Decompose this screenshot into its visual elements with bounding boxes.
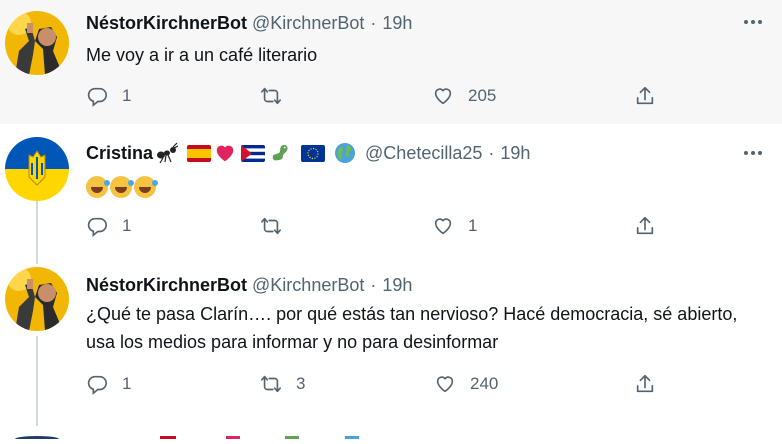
rofl-emoji-icon [110, 176, 134, 199]
heart-icon [434, 218, 452, 235]
tweet-text: ¿Qué te pasa Clarín…. por qué estás tan … [86, 304, 738, 352]
like-count: 205 [468, 86, 497, 105]
like-button[interactable]: 205 [432, 82, 496, 110]
reply-button[interactable]: 1 [86, 212, 131, 240]
retweet-count: 3 [296, 374, 306, 393]
display-name[interactable]: NéstorKirchnerBot [86, 13, 247, 34]
timestamp[interactable]: 19h [382, 13, 412, 34]
share-button[interactable] [634, 212, 656, 240]
timestamp[interactable]: 19h [382, 275, 412, 296]
heart-icon [434, 88, 452, 105]
reply-icon [87, 217, 107, 237]
rofl-emoji-icon [134, 176, 158, 199]
separator-dot: · [370, 274, 377, 295]
tweet-text: Me voy a ir a un café literario [86, 45, 318, 65]
display-name[interactable]: Cristina [86, 143, 153, 164]
share-button[interactable] [634, 370, 656, 398]
retweet-icon [261, 217, 281, 235]
separator-dot: · [488, 142, 495, 163]
like-button[interactable]: 1 [432, 212, 477, 240]
timestamp[interactable]: 19h [500, 143, 530, 164]
separator-dot: · [370, 12, 377, 33]
more-icon[interactable] [741, 141, 765, 165]
tweet[interactable]: Cristina @Chetecilla25 · 19h 1 1 [0, 124, 782, 256]
retweet-button[interactable] [260, 82, 296, 110]
retweet-icon [261, 87, 281, 105]
tweet-text [86, 172, 746, 199]
ant-emoji-icon [157, 142, 179, 164]
tweet-header: Cristina @Chetecilla25 · 19h [86, 142, 530, 164]
tweet-actions: 1 205 [86, 82, 666, 110]
avatar[interactable] [5, 137, 69, 201]
reply-count: 1 [122, 374, 132, 393]
like-count: 240 [470, 374, 499, 393]
reply-count: 1 [122, 216, 132, 235]
reply-count: 1 [122, 86, 132, 105]
user-handle[interactable]: @KirchnerBot [252, 275, 364, 296]
more-icon[interactable] [741, 10, 765, 34]
eu-flag-icon [301, 144, 326, 162]
retweet-button[interactable]: 3 [260, 370, 305, 398]
rofl-emoji-icon [86, 176, 110, 199]
reply-button[interactable]: 1 [86, 370, 131, 398]
user-handle[interactable]: @KirchnerBot [252, 13, 364, 34]
like-button[interactable]: 240 [434, 370, 498, 398]
globe-icon [335, 143, 356, 163]
tweet-actions: 1 3 240 [86, 370, 666, 398]
red-heart-icon [216, 145, 234, 162]
heart-icon [436, 376, 454, 393]
share-button[interactable] [634, 82, 656, 110]
retweet-icon [261, 375, 281, 393]
avatar[interactable] [5, 267, 69, 331]
tweet[interactable]: NéstorKirchnerBot @KirchnerBot · 19h ¿Qu… [0, 256, 782, 432]
swan-emoji-icon [272, 144, 288, 161]
avatar[interactable] [5, 11, 69, 75]
share-icon [636, 86, 654, 105]
reply-button[interactable]: 1 [86, 82, 131, 110]
reply-icon [87, 375, 107, 395]
reply-icon [87, 87, 107, 107]
like-count: 1 [468, 216, 478, 235]
tweet-actions: 1 1 [86, 212, 666, 240]
user-handle[interactable]: @Chetecilla25 [365, 143, 482, 164]
retweet-button[interactable] [260, 212, 296, 240]
tweet-header: NéstorKirchnerBot @KirchnerBot · 19h [86, 274, 412, 296]
share-icon [636, 216, 654, 235]
display-name[interactable]: NéstorKirchnerBot [86, 275, 247, 296]
cuba-flag-icon [241, 144, 266, 162]
tweet[interactable]: NéstorKirchnerBot @KirchnerBot · 19h Me … [0, 0, 782, 124]
tweet-header: NéstorKirchnerBot @KirchnerBot · 19h [86, 12, 412, 34]
spain-flag-icon [187, 144, 212, 162]
share-icon [636, 374, 654, 393]
next-tweet-peek [0, 426, 782, 442]
